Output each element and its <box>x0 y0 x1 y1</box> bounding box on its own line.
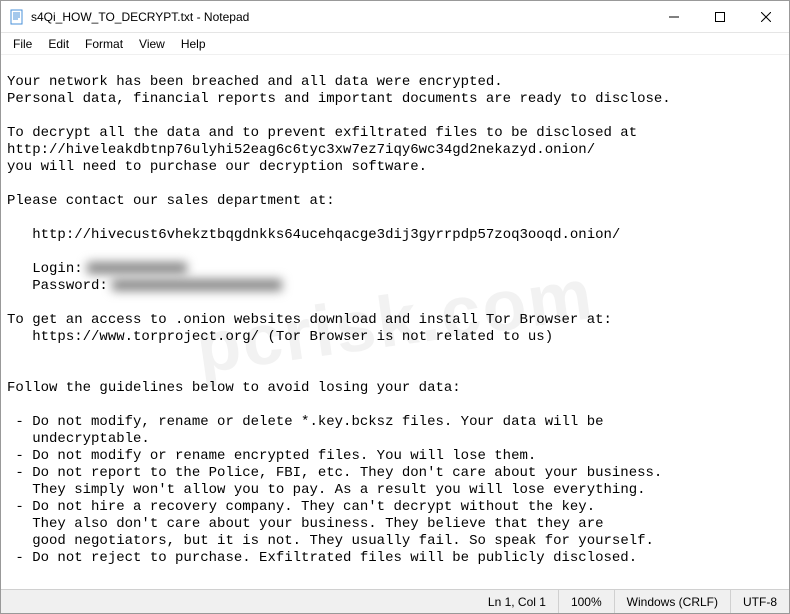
text-line: http://hiveleakdbtnp76ulyhi52eag6c6tyc3x… <box>7 142 595 158</box>
text-line: - Do not modify or rename encrypted file… <box>7 448 536 464</box>
text-line: They also don't care about your business… <box>7 516 604 532</box>
text-line: http://hivecust6vhekztbqgdnkks64ucehqacg… <box>7 227 620 243</box>
menu-format[interactable]: Format <box>77 35 131 53</box>
status-encoding: UTF-8 <box>730 590 789 613</box>
menubar: File Edit Format View Help <box>1 33 789 55</box>
text-line: undecryptable. <box>7 431 150 447</box>
text-content[interactable]: pcrisk.comYour network has been breached… <box>1 55 789 589</box>
status-position: Ln 1, Col 1 <box>476 590 558 613</box>
titlebar: s4Qi_HOW_TO_DECRYPT.txt - Notepad <box>1 1 789 33</box>
close-button[interactable] <box>743 1 789 32</box>
text-line: Personal data, financial reports and imp… <box>7 91 671 107</box>
minimize-button[interactable] <box>651 1 697 32</box>
text-line: Please contact our sales department at: <box>7 193 335 209</box>
text-line: To get an access to .onion websites down… <box>7 312 612 328</box>
text-line: Follow the guidelines below to avoid los… <box>7 380 461 396</box>
text-line: you will need to purchase our decryption… <box>7 159 427 175</box>
text-line: https://www.torproject.org/ (Tor Browser… <box>7 329 553 345</box>
menu-view[interactable]: View <box>131 35 173 53</box>
text-line: Login: <box>7 261 83 277</box>
menu-file[interactable]: File <box>5 35 40 53</box>
window-title: s4Qi_HOW_TO_DECRYPT.txt - Notepad <box>31 10 651 24</box>
text-line: To decrypt all the data and to prevent e… <box>7 125 637 141</box>
maximize-button[interactable] <box>697 1 743 32</box>
text-line: - Do not report to the Police, FBI, etc.… <box>7 465 662 481</box>
statusbar: Ln 1, Col 1 100% Windows (CRLF) UTF-8 <box>1 589 789 613</box>
status-lineending: Windows (CRLF) <box>614 590 730 613</box>
window-controls <box>651 1 789 32</box>
text-line: Password: <box>7 278 108 294</box>
menu-edit[interactable]: Edit <box>40 35 77 53</box>
status-zoom: 100% <box>558 590 614 613</box>
redacted-login <box>87 262 187 274</box>
text-line: Your network has been breached and all d… <box>7 74 503 90</box>
menu-help[interactable]: Help <box>173 35 214 53</box>
text-line: They simply won't allow you to pay. As a… <box>7 482 646 498</box>
text-line: - Do not hire a recovery company. They c… <box>7 499 595 515</box>
notepad-icon <box>9 9 25 25</box>
text-line: good negotiators, but it is not. They us… <box>7 533 654 549</box>
text-line: - Do not reject to purchase. Exfiltrated… <box>7 550 637 566</box>
text-line: - Do not modify, rename or delete *.key.… <box>7 414 604 430</box>
redacted-password <box>112 279 282 291</box>
